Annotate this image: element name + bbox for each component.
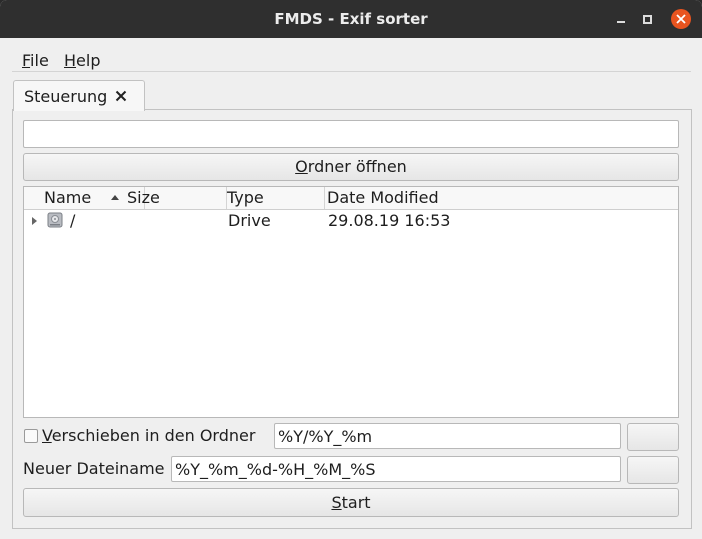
start-button[interactable]: Start bbox=[23, 488, 679, 517]
column-header-date[interactable]: Date Modified bbox=[324, 187, 677, 209]
menu-file-label: ile bbox=[30, 51, 49, 70]
open-folder-label: rdner öffnen bbox=[307, 157, 407, 176]
tab-close-icon[interactable] bbox=[115, 90, 127, 102]
maximize-button[interactable] bbox=[638, 10, 656, 28]
close-button[interactable] bbox=[671, 9, 691, 29]
open-folder-button[interactable]: Ordner öffnen bbox=[23, 153, 679, 181]
sort-ascending-icon bbox=[111, 195, 119, 200]
folder-pattern-button[interactable] bbox=[627, 423, 679, 451]
folder-pattern-input[interactable]: %Y/%Y_%m bbox=[274, 423, 621, 449]
column-header-type[interactable]: Type bbox=[224, 187, 325, 209]
move-label[interactable]: Verschieben in den Ordner bbox=[42, 426, 255, 445]
move-label-text: erschieben in den Ordner bbox=[51, 426, 256, 445]
expand-arrow-icon[interactable] bbox=[32, 217, 37, 225]
cell-name: / bbox=[70, 211, 76, 230]
close-icon bbox=[676, 14, 686, 24]
tab-label: Steuerung bbox=[24, 87, 108, 106]
minimize-icon bbox=[617, 21, 625, 23]
filename-pattern-input[interactable]: %Y_%m_%d-%H_%M_%S bbox=[171, 456, 621, 482]
title-bar[interactable]: FMDS - Exif sorter bbox=[0, 0, 702, 38]
app-window: FMDS - Exif sorter File Help Steuerung O… bbox=[0, 0, 702, 539]
move-checkbox[interactable] bbox=[24, 429, 38, 443]
menu-help-mnemonic: H bbox=[64, 51, 77, 70]
cell-date-modified: 29.08.19 16:53 bbox=[328, 211, 451, 230]
table-row[interactable]: / Drive 29.08.19 16:53 bbox=[24, 210, 678, 232]
menu-file-mnemonic: F bbox=[22, 51, 31, 70]
filename-label: Neuer Dateiname bbox=[23, 459, 165, 478]
window-title: FMDS - Exif sorter bbox=[274, 10, 428, 28]
menu-divider bbox=[12, 71, 691, 72]
start-mnemonic: S bbox=[331, 493, 342, 512]
move-label-mnemonic: V bbox=[42, 426, 52, 445]
minimize-button[interactable] bbox=[612, 10, 630, 28]
column-header-size[interactable]: Size bbox=[124, 187, 227, 209]
drive-icon bbox=[47, 212, 63, 228]
menu-help[interactable]: Help bbox=[64, 51, 100, 70]
menu-help-label: elp bbox=[76, 51, 101, 70]
tree-header: Name Size Type Date Modified bbox=[24, 187, 678, 210]
filename-pattern-button[interactable] bbox=[627, 456, 679, 484]
path-input[interactable] bbox=[23, 120, 679, 148]
cell-type: Drive bbox=[228, 211, 271, 230]
open-folder-mnemonic: O bbox=[295, 157, 308, 176]
file-tree[interactable]: Name Size Type Date Modified / Drive 29.… bbox=[23, 186, 679, 418]
maximize-icon bbox=[643, 15, 652, 24]
tab-steuerung[interactable]: Steuerung bbox=[13, 80, 145, 111]
start-label: tart bbox=[341, 493, 371, 512]
menu-file[interactable]: File bbox=[22, 51, 49, 70]
menu-bar: File Help bbox=[0, 38, 702, 72]
